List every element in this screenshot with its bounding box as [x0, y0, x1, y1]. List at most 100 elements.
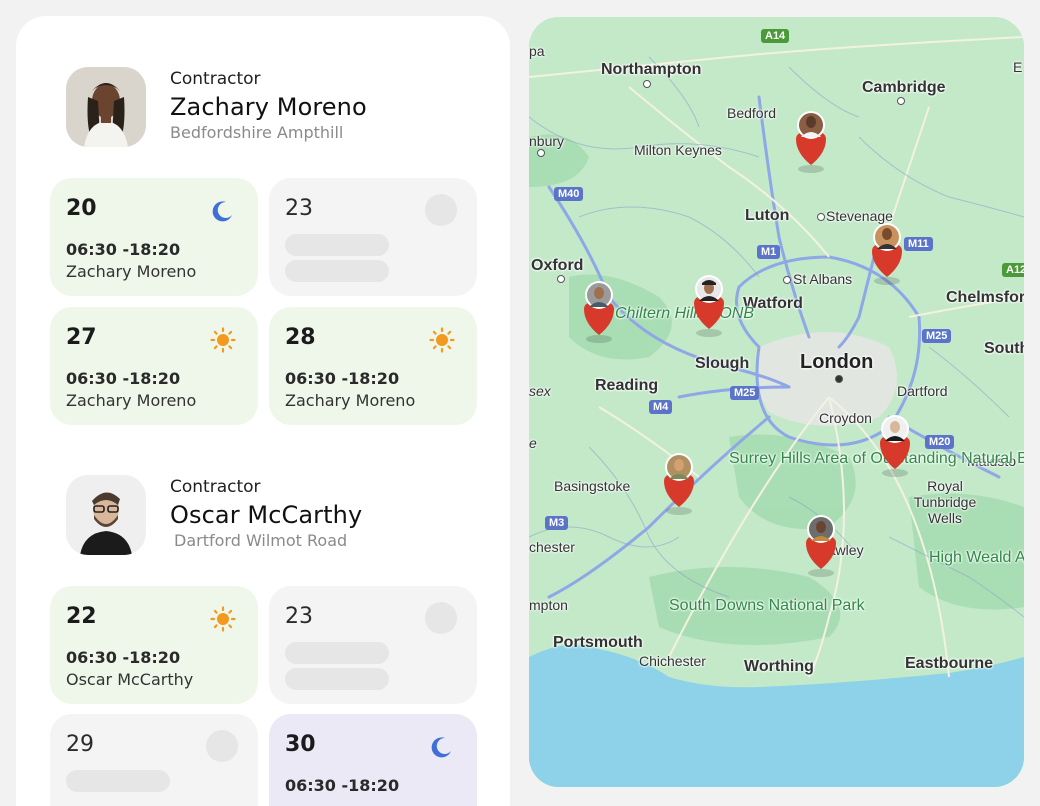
contractor-role: Contractor [170, 69, 261, 89]
road-shield: M1 [757, 245, 781, 259]
contractor-role: Contractor [170, 477, 261, 497]
placeholder-bar [285, 668, 389, 690]
shift-day: 30 [285, 732, 316, 757]
shift-time: 06:30 -18:20 [66, 369, 181, 388]
map-label: Slough [695, 355, 750, 372]
placeholder-circle [206, 730, 238, 762]
map-label: Northampton [601, 61, 702, 78]
road-shield: M20 [925, 435, 955, 449]
placeholder-circle [425, 194, 457, 226]
shift-time: 06:30 -18:20 [285, 776, 400, 795]
map-label: e [529, 435, 537, 451]
shift-card[interactable]: 22 06:30 -18:20 Oscar McCarthy [50, 586, 258, 704]
map-label: nbury [529, 133, 565, 149]
map-label: Royal Tunbridge Wells [913, 478, 977, 526]
map-label: E [1013, 59, 1023, 75]
map-label: mpton [529, 597, 568, 613]
shift-card[interactable]: 20 06:30 -18:20 Zachary Moreno [50, 178, 258, 296]
map-label: Cambridge [862, 79, 946, 96]
road-shield: M25 [922, 329, 952, 343]
shift-card[interactable]: 28 06:30 -18:20 Zachary Moreno [269, 307, 477, 425]
moon-icon [212, 201, 232, 222]
moon-icon [431, 737, 451, 758]
place-dot [557, 275, 565, 283]
park-label: High Weald AONB [929, 549, 1024, 566]
shift-card-empty[interactable]: 23 [269, 178, 477, 296]
map-label: Croydon [819, 410, 872, 426]
contractor-pin[interactable] [867, 221, 907, 285]
map-label: Reading [595, 377, 659, 394]
place-dot [537, 149, 545, 157]
road-shield: A12 [1002, 263, 1024, 277]
road-shield: M25 [730, 386, 760, 400]
shift-time: 06:30 -18:20 [285, 369, 400, 388]
shift-person: Oscar McCarthy [66, 670, 194, 689]
placeholder-bar [285, 642, 389, 664]
place-dot [835, 375, 843, 383]
sun-icon [210, 606, 236, 632]
map-label: Basingstoke [554, 478, 631, 494]
placeholder-bar [285, 234, 389, 256]
map-label: Chichester [639, 653, 706, 669]
road-shield: M3 [545, 516, 569, 530]
shift-person: Zachary Moreno [285, 391, 416, 410]
map-label: chester [529, 539, 575, 555]
placeholder-bar [285, 260, 389, 282]
shift-day: 23 [285, 604, 313, 629]
placeholder-circle [425, 602, 457, 634]
map-label: sex [529, 383, 551, 399]
park-label: Surrey Hills Area of Outstanding Natural… [729, 450, 1024, 467]
map-label: South [984, 340, 1024, 357]
road-shield: A14 [761, 29, 790, 43]
shift-person: Zachary Moreno [66, 391, 197, 410]
place-dot [783, 276, 791, 284]
map-label: Worthing [744, 658, 814, 675]
map-label: Portsmouth [553, 634, 643, 651]
contractor-pin[interactable] [579, 279, 619, 343]
road-shield: M4 [649, 400, 673, 414]
shift-time: 06:30 -18:20 [66, 240, 181, 259]
contractor-location: Bedfordshire Ampthill [170, 123, 344, 142]
place-dot [643, 80, 651, 88]
shift-card-empty[interactable]: 29 [50, 714, 258, 806]
contractor-pin[interactable] [875, 413, 915, 477]
place-dot [817, 213, 825, 221]
shift-card[interactable]: 30 06:30 -18:20 [269, 714, 477, 806]
schedule-panel: Contractor Zachary Moreno Bedfordshire A… [16, 16, 510, 806]
sun-icon [210, 327, 236, 353]
place-dot [897, 97, 905, 105]
map-label: Milton Keynes [634, 142, 722, 158]
road-shield: M40 [554, 187, 584, 201]
map-label: Chelmsford [946, 289, 1024, 306]
shift-card-empty[interactable]: 23 [269, 586, 477, 704]
avatar[interactable] [66, 67, 146, 147]
shift-person: Zachary Moreno [66, 262, 197, 281]
shift-day: 28 [285, 325, 316, 350]
road-shield: M11 [904, 237, 933, 251]
shift-card[interactable]: 27 06:30 -18:20 Zachary Moreno [50, 307, 258, 425]
map-label: Bedford [727, 105, 777, 121]
park-label: South Downs National Park [669, 597, 865, 614]
shift-day: 29 [66, 732, 94, 757]
shift-time: 06:30 -18:20 [66, 648, 181, 667]
contractor-pin[interactable] [791, 109, 831, 173]
sun-icon [429, 327, 455, 353]
contractor-name[interactable]: Oscar McCarthy [170, 501, 362, 529]
avatar[interactable] [66, 475, 146, 555]
shift-day: 20 [66, 196, 97, 221]
contractor-pin[interactable] [801, 513, 841, 577]
map-label: St Albans [793, 271, 853, 287]
shift-day: 27 [66, 325, 97, 350]
map-view[interactable]: A14 M40 M1 M11 A12 M25 M25 M4 M20 M3 pa … [529, 17, 1024, 787]
shift-day: 22 [66, 604, 97, 629]
placeholder-bar [66, 770, 170, 792]
contractor-location: Dartford Wilmot Road [174, 531, 348, 550]
map-label-london: London [800, 351, 874, 373]
map-label: Oxford [531, 257, 584, 274]
contractor-pin[interactable] [689, 273, 729, 337]
contractor-name[interactable]: Zachary Moreno [170, 93, 367, 121]
map-label: Eastbourne [905, 655, 994, 672]
map-label: Dartford [897, 383, 948, 399]
map-label: Luton [745, 207, 790, 224]
contractor-pin[interactable] [659, 451, 699, 515]
